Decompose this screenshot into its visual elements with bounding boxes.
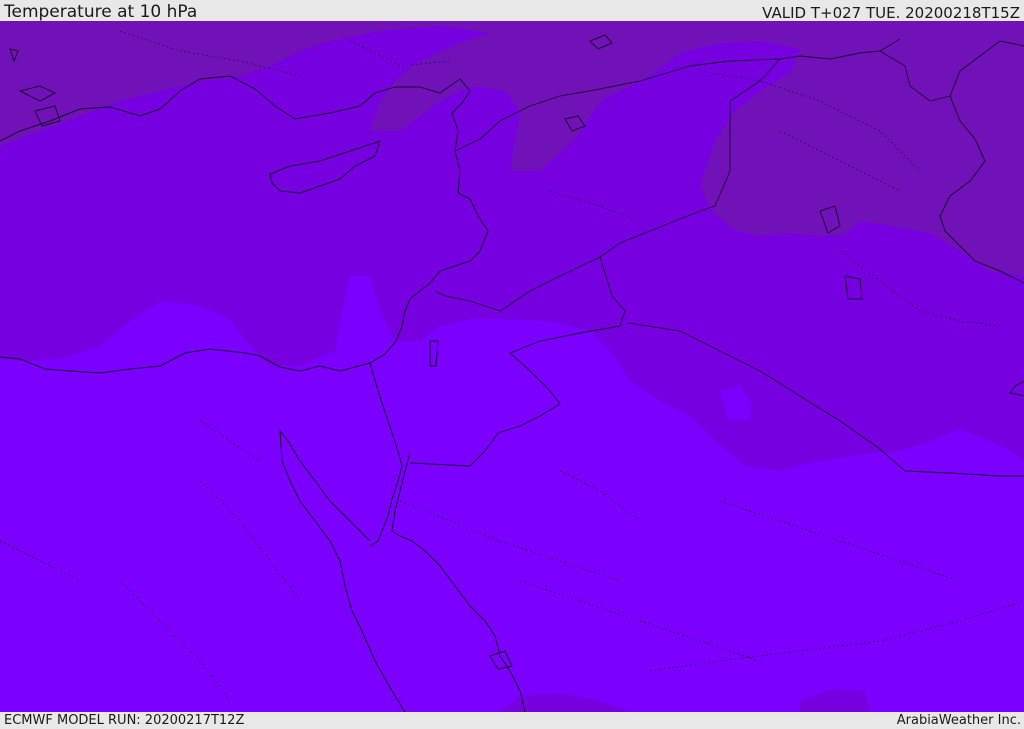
- model-run: ECMWF MODEL RUN: 20200217T12Z: [4, 713, 245, 728]
- footer-bar: ECMWF MODEL RUN: 20200217T12Z ArabiaWeat…: [0, 712, 1024, 729]
- valid-time: VALID T+027 TUE. 20200218T15Z: [762, 4, 1020, 22]
- credit-label: ArabiaWeather Inc.: [896, 713, 1021, 728]
- map-title: Temperature at 10 hPa: [4, 2, 198, 22]
- header-bar: Temperature at 10 hPa VALID T+027 TUE. 2…: [0, 0, 1024, 21]
- map-canvas: [0, 21, 1024, 712]
- temperature-map[interactable]: [0, 21, 1024, 712]
